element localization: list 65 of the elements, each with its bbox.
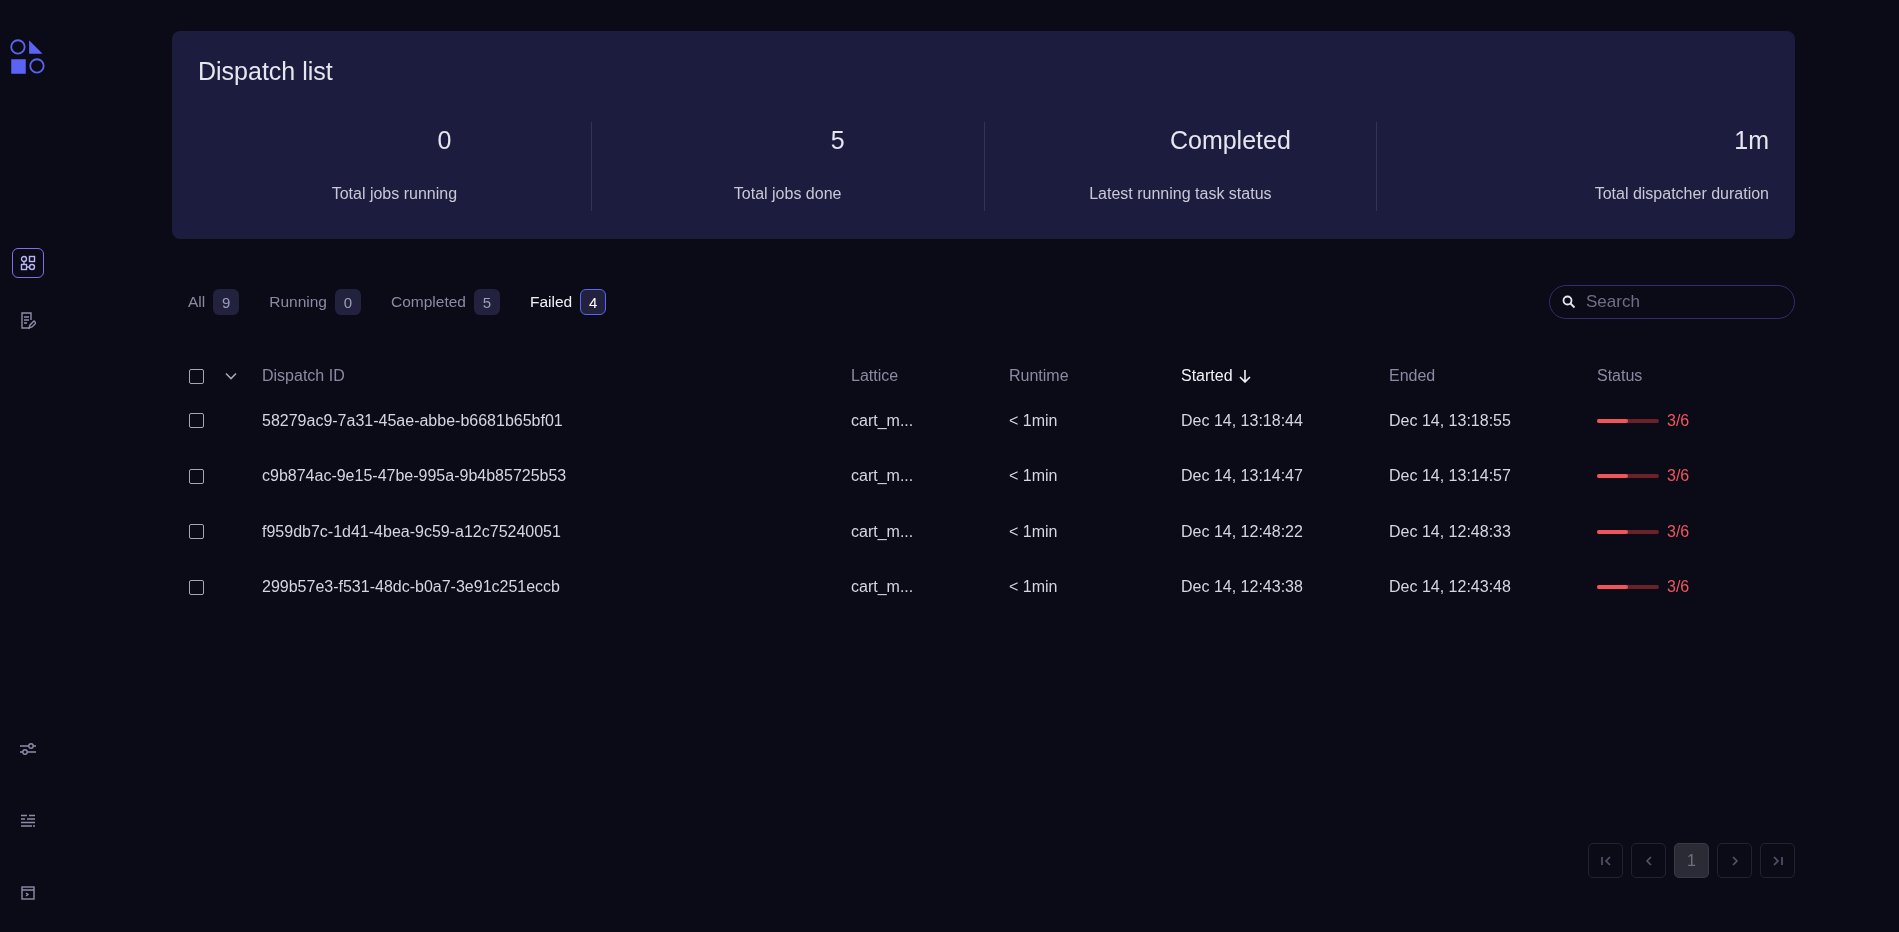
- page-title: Dispatch list: [198, 57, 334, 86]
- status-count: 3/6: [1667, 411, 1690, 430]
- runtime-cell-text: < 1min: [1009, 522, 1059, 541]
- nodes-icon: [20, 255, 36, 271]
- dispatch-id[interactable]: 299b57e3-f531-48dc-b0a7-3e91c251eccb: [262, 578, 851, 597]
- stat-value: 1m: [1734, 126, 1769, 155]
- stat-value: 0: [437, 126, 452, 155]
- column-header[interactable]: Lattice: [851, 367, 1009, 385]
- lattice-cell-text: cart_m...: [851, 411, 915, 430]
- runtime-cell-text: < 1min: [1009, 578, 1059, 597]
- count-badge: 5: [473, 289, 500, 315]
- dispatch-id[interactable]: c9b874ac-9e15-47be-995a-9b4b85725b53: [262, 467, 851, 486]
- started-cell-text: Dec 14, 12:48:22: [1181, 522, 1304, 541]
- ended-cell-text: Dec 14, 12:43:48: [1389, 578, 1512, 597]
- started-cell-text: Dec 14, 13:18:44: [1181, 411, 1304, 430]
- started-cell-text: Dec 14, 12:43:38: [1181, 578, 1304, 597]
- started-cell-text: Dec 14, 13:14:47: [1181, 467, 1304, 486]
- status-count: 3/6: [1667, 522, 1690, 541]
- window-icon: [21, 886, 35, 900]
- filter-tab[interactable]: All 9: [188, 289, 240, 315]
- dispatch-id[interactable]: 58279ac9-7a31-45ae-abbe-b6681b65bf01: [262, 411, 851, 430]
- row-checkbox[interactable]: [189, 579, 204, 595]
- filter-tab[interactable]: Running 0: [269, 289, 361, 315]
- dispatch-id[interactable]: f959db7c-1d41-4bea-9c59-a12c75240051: [262, 522, 851, 541]
- count-badge: 0: [335, 289, 361, 315]
- count-badge: 9: [213, 289, 240, 315]
- ended-cell-text: Dec 14, 12:48:33: [1389, 522, 1512, 541]
- row-checkbox[interactable]: [189, 413, 204, 429]
- lattice-cell-text: cart_m...: [851, 467, 915, 486]
- status-count: 3/6: [1667, 578, 1690, 597]
- ended-cell-text: Dec 14, 13:18:55: [1389, 411, 1512, 430]
- stat-label: Latest running task status: [1089, 185, 1272, 203]
- chevron-down-icon[interactable]: [225, 372, 237, 380]
- select-all-checkbox[interactable]: [189, 368, 204, 384]
- document-edit-icon: [20, 312, 36, 330]
- shapes-logo-icon: [9, 38, 47, 76]
- row-checkbox[interactable]: [189, 524, 204, 540]
- stat-value: Completed: [1169, 126, 1291, 155]
- search-field[interactable]: Search: [1549, 285, 1795, 319]
- filter-tab[interactable]: Completed 5: [391, 289, 500, 315]
- stat-value: 5: [830, 126, 845, 155]
- status-count: 3/6: [1667, 467, 1690, 486]
- text-lines-icon: [20, 814, 36, 828]
- ended-cell-text: Dec 14, 13:14:57: [1389, 467, 1512, 486]
- lattice-cell-text: cart_m...: [851, 522, 915, 541]
- runtime-cell-text: < 1min: [1009, 467, 1059, 486]
- column-header[interactable]: Ended: [1389, 367, 1597, 385]
- column-header[interactable]: Started: [1181, 367, 1389, 385]
- stat-label: Total jobs done: [733, 185, 842, 203]
- last-page-icon: [1770, 853, 1785, 868]
- first-page-icon: [1598, 853, 1613, 868]
- stat-label: Total dispatcher duration: [1594, 185, 1769, 203]
- column-header[interactable]: Runtime: [1009, 367, 1181, 385]
- sidebar-nav-button[interactable]: [12, 248, 44, 278]
- column-header[interactable]: Dispatch ID: [262, 367, 851, 385]
- lattice-cell-text: cart_m...: [851, 578, 915, 597]
- count-badge: 4: [580, 289, 607, 315]
- runtime-cell-text: < 1min: [1009, 411, 1059, 430]
- column-header[interactable]: Status: [1597, 367, 1795, 385]
- search-icon: [1562, 295, 1576, 309]
- row-checkbox[interactable]: [189, 468, 204, 484]
- sliders-icon: [19, 742, 37, 756]
- arrow-down-icon: [1238, 369, 1251, 383]
- filter-tab[interactable]: Failed 4: [529, 289, 607, 315]
- stat-label: Total jobs running: [331, 185, 458, 203]
